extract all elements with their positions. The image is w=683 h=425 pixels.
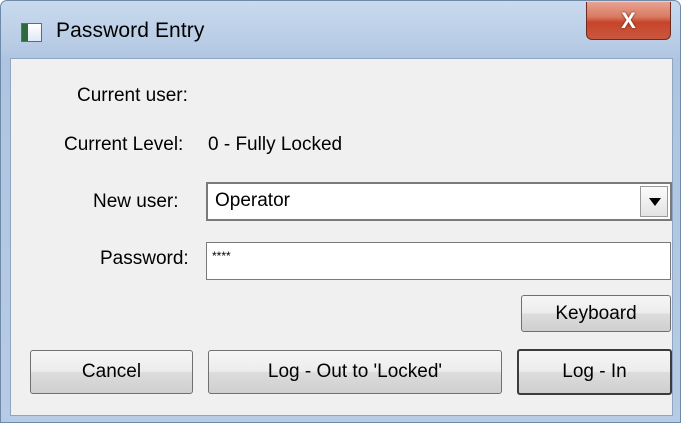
dialog-body: Current user: Current Level: 0 - Fully L… [10,58,673,416]
new-user-label: New user: [93,191,179,212]
new-user-select[interactable]: Operator [206,182,672,221]
cancel-button[interactable]: Cancel [30,350,193,394]
password-value: **** [212,249,231,263]
keyboard-button[interactable]: Keyboard [521,295,671,332]
app-window-icon [21,23,42,42]
password-entry-window: Password Entry X Current user: Current L… [0,0,681,423]
window-title: Password Entry [56,19,205,42]
logout-button[interactable]: Log - Out to 'Locked' [208,350,502,394]
current-level-value: 0 - Fully Locked [208,134,343,155]
password-field[interactable]: **** [206,242,671,280]
current-user-label: Current user: [77,85,188,106]
new-user-value: Operator [215,190,290,211]
title-bar[interactable]: Password Entry X [1,1,680,58]
login-button[interactable]: Log - In [517,349,672,395]
close-icon: X [621,7,636,33]
dropdown-button[interactable] [640,186,668,217]
close-button[interactable]: X [586,2,671,40]
password-label: Password: [100,248,189,269]
current-level-label: Current Level: [64,134,184,155]
chevron-down-icon [649,198,661,206]
